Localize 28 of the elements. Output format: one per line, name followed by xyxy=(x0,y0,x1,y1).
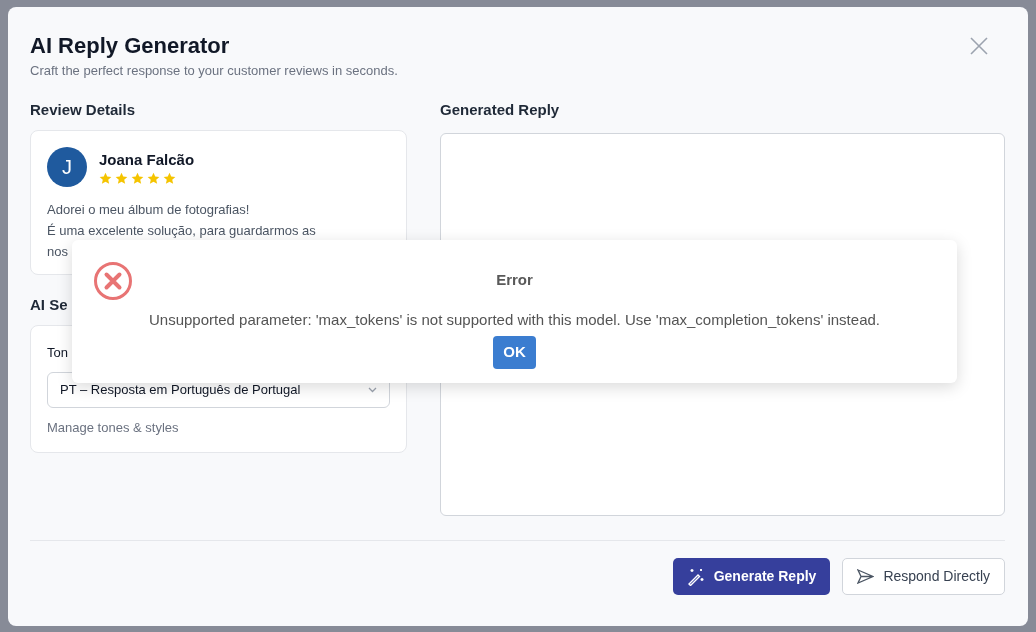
reviewer-name: Joana Falcão xyxy=(99,149,195,170)
review-text: nos xyxy=(47,243,69,261)
dialog-subtitle: Craft the perfect response to your customer reviews in seconds. xyxy=(30,62,398,80)
manage-tones-link[interactable]: Manage tones & styles xyxy=(47,419,179,437)
star-icon xyxy=(115,171,128,185)
section-heading: Generated Reply xyxy=(440,100,561,120)
review-text: É uma excelente solução, para guardarmos as xyxy=(47,222,317,240)
field-label: Ton xyxy=(47,344,69,362)
generate-reply-button[interactable]: Generate Reply xyxy=(672,558,831,595)
chevron-down-icon xyxy=(368,387,377,393)
avatar: J xyxy=(47,147,87,187)
error-title: Error xyxy=(496,270,533,290)
star-icon xyxy=(147,171,160,185)
dialog-title: AI Reply Generator xyxy=(30,32,231,60)
send-icon xyxy=(857,569,875,584)
star-icon xyxy=(99,171,112,185)
error-message: Unsupported parameter: 'max_tokens' is not supported with this model. Use 'max_completion_tokens' instead. xyxy=(149,310,880,330)
section-heading: Review Details xyxy=(30,100,137,120)
ok-button[interactable]: OK xyxy=(493,336,536,369)
respond-directly-button[interactable]: Respond Directly xyxy=(842,558,1005,595)
section-heading: AI Se xyxy=(30,295,69,315)
star-icon xyxy=(163,171,176,185)
close-icon xyxy=(970,37,988,55)
review-text: Adorei o meu álbum de fotografias! xyxy=(47,201,251,219)
close-button[interactable] xyxy=(968,35,990,57)
star-icon xyxy=(131,171,144,185)
error-icon xyxy=(93,261,133,301)
magic-wand-icon xyxy=(686,567,705,586)
